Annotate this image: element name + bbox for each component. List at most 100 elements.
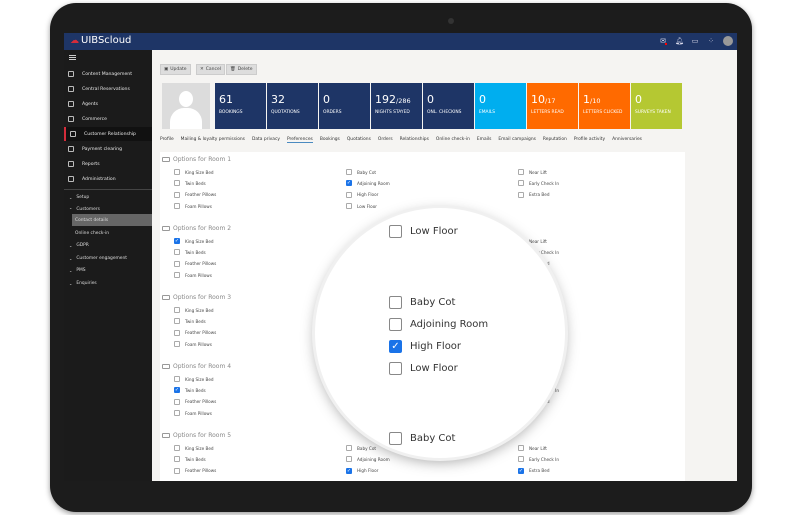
checkbox[interactable]	[174, 329, 180, 336]
stat-tile[interactable]: 10/17 LETTERS READ	[527, 83, 578, 129]
option-checkbox[interactable]: ✓ King Size Bed	[174, 238, 214, 244]
checkbox[interactable]	[174, 376, 180, 382]
checkbox[interactable]	[518, 180, 524, 187]
tab-online-check-in[interactable]: Online check-in	[436, 137, 470, 143]
update-button[interactable]: ▣ Update	[160, 64, 191, 75]
checkbox[interactable]	[174, 260, 180, 267]
option-checkbox[interactable]: Feather Pillows	[174, 260, 216, 267]
option-checkbox[interactable]: Feather Pillows	[174, 329, 216, 336]
option-checkbox[interactable]: Foam Pillows	[174, 410, 212, 417]
stat-tile[interactable]: 0 EMAILS	[475, 83, 526, 129]
checkbox[interactable]	[174, 272, 180, 279]
option-checkbox[interactable]: King Size Bed	[174, 376, 214, 382]
sidebar-subitem[interactable]: ⌄ Setup	[64, 191, 152, 203]
option-checkbox[interactable]: Baby Cot	[346, 445, 376, 451]
option-checkbox[interactable]: Foam Pillows	[174, 272, 212, 279]
option-checkbox[interactable]: ✓ Twin Beds	[174, 387, 206, 394]
sidebar-item[interactable]: Commerce	[64, 112, 152, 126]
checkbox[interactable]	[518, 169, 524, 175]
magnified-option[interactable]: Low Floor	[389, 225, 458, 238]
option-checkbox[interactable]: High Floor	[346, 191, 378, 198]
option-checkbox[interactable]: Foam Pillows	[174, 203, 212, 210]
magnified-option[interactable]: Baby Cot	[389, 432, 455, 445]
option-checkbox[interactable]: ✓ Adjoining Room	[346, 180, 390, 187]
option-checkbox[interactable]: Extra Bed	[518, 191, 550, 198]
option-checkbox[interactable]: Foam Pillows	[174, 341, 212, 348]
mail-icon[interactable]: ✉	[659, 37, 667, 45]
checkbox[interactable]	[174, 318, 180, 325]
checkbox[interactable]: ✓	[518, 467, 524, 474]
tab-profile[interactable]: Profile	[160, 137, 174, 143]
checkbox[interactable]	[174, 307, 180, 313]
sidebar-item[interactable]: Central Reservations	[64, 82, 152, 96]
option-checkbox[interactable]: ✓ High Floor	[346, 467, 378, 474]
checkbox[interactable]	[518, 445, 524, 451]
checkbox[interactable]	[346, 203, 352, 210]
bell-icon[interactable]: 🔔︎	[675, 37, 684, 45]
sidebar-item[interactable]: Content Management	[64, 67, 152, 81]
sidebar-item[interactable]: Agents	[64, 97, 152, 111]
magnified-option[interactable]: ✓ High Floor	[389, 340, 461, 353]
option-checkbox[interactable]: Feather Pillows	[174, 398, 216, 405]
checkbox[interactable]	[389, 296, 402, 309]
option-checkbox[interactable]: Twin Beds	[174, 456, 206, 463]
option-checkbox[interactable]: Feather Pillows	[174, 467, 216, 474]
magnified-option[interactable]: Adjoining Room	[389, 318, 488, 331]
magnified-option[interactable]: Low Floor	[389, 362, 458, 375]
checkbox[interactable]	[174, 203, 180, 210]
delete-button[interactable]: 🗑︎ Delete	[226, 64, 257, 75]
checkbox[interactable]: ✓	[174, 238, 180, 244]
checkbox[interactable]	[174, 456, 180, 463]
checkbox[interactable]	[174, 467, 180, 474]
checkbox[interactable]	[174, 249, 180, 256]
option-checkbox[interactable]: ✓ Extra Bed	[518, 467, 550, 474]
checkbox[interactable]	[174, 169, 180, 175]
option-checkbox[interactable]: Twin Beds	[174, 249, 206, 256]
sidebar-subitem[interactable]: ⌄ PMS	[64, 264, 152, 276]
stat-tile[interactable]: 0 ONL. CHECKINS	[423, 83, 474, 129]
tab-preferences[interactable]: Preferences	[286, 137, 313, 143]
sidebar-item[interactable]: Customer Relationship	[64, 127, 152, 141]
hamburger-icon[interactable]	[69, 55, 76, 60]
checkbox[interactable]	[346, 456, 352, 463]
tab-email-campaigns[interactable]: Email campaigns	[498, 137, 536, 143]
checkbox[interactable]	[518, 456, 524, 463]
checkbox[interactable]: ✓	[346, 180, 352, 187]
checkbox[interactable]	[389, 432, 402, 445]
checkbox[interactable]: ✓	[174, 387, 180, 394]
checkbox[interactable]	[174, 191, 180, 198]
sidebar-subitem[interactable]: ⌄ GDPR	[64, 239, 152, 251]
checkbox[interactable]	[346, 445, 352, 451]
checkbox[interactable]	[389, 318, 402, 331]
checkbox[interactable]: ✓	[346, 467, 352, 474]
checkbox[interactable]	[389, 362, 402, 375]
tab-mailing-loyalty-permissions[interactable]: Mailing & loyalty permissions	[181, 137, 245, 143]
magnified-option[interactable]: Baby Cot	[389, 296, 455, 309]
stat-tile[interactable]: 32 QUOTATIONS	[267, 83, 318, 129]
sidebar-item[interactable]: Payment clearing	[64, 142, 152, 156]
tab-reputation[interactable]: Reputation	[543, 137, 567, 143]
tab-bookings[interactable]: Bookings	[320, 137, 340, 143]
sidebar-subitem[interactable]: Online check-in	[64, 227, 152, 239]
tab-quotations[interactable]: Quotations	[347, 137, 371, 143]
option-checkbox[interactable]: Twin Beds	[174, 180, 206, 187]
checkbox[interactable]	[389, 225, 402, 238]
stat-tile[interactable]: 192/286 NIGHTS STAYED	[371, 83, 422, 129]
option-checkbox[interactable]: Early Check In	[518, 180, 559, 187]
option-checkbox[interactable]: Low Floor	[346, 203, 377, 210]
stat-tile[interactable]: 0 ORDERS	[319, 83, 370, 129]
option-checkbox[interactable]: King Size Bed	[174, 445, 214, 451]
sidebar-subitem[interactable]: ⌄ Enquiries	[64, 277, 152, 289]
checkbox[interactable]	[346, 191, 352, 198]
stat-tile[interactable]: 61 BOOKINGS	[215, 83, 266, 129]
folder-icon[interactable]: ▭	[691, 37, 699, 45]
stat-tile[interactable]: 0 SURVEYS TAKEN	[631, 83, 682, 129]
sidebar-item[interactable]: Administration	[64, 172, 152, 186]
checkbox[interactable]	[518, 191, 524, 198]
tab-profile-activity[interactable]: Profile activity	[574, 137, 605, 143]
tab-emails[interactable]: Emails	[477, 137, 491, 143]
stat-tile[interactable]: 1/10 LETTERS CLICKED	[579, 83, 630, 129]
sidebar-subitem[interactable]: ⌄ Customer engagement	[64, 252, 152, 264]
sidebar-item[interactable]: Reports	[64, 157, 152, 171]
option-checkbox[interactable]: King Size Bed	[174, 307, 214, 313]
